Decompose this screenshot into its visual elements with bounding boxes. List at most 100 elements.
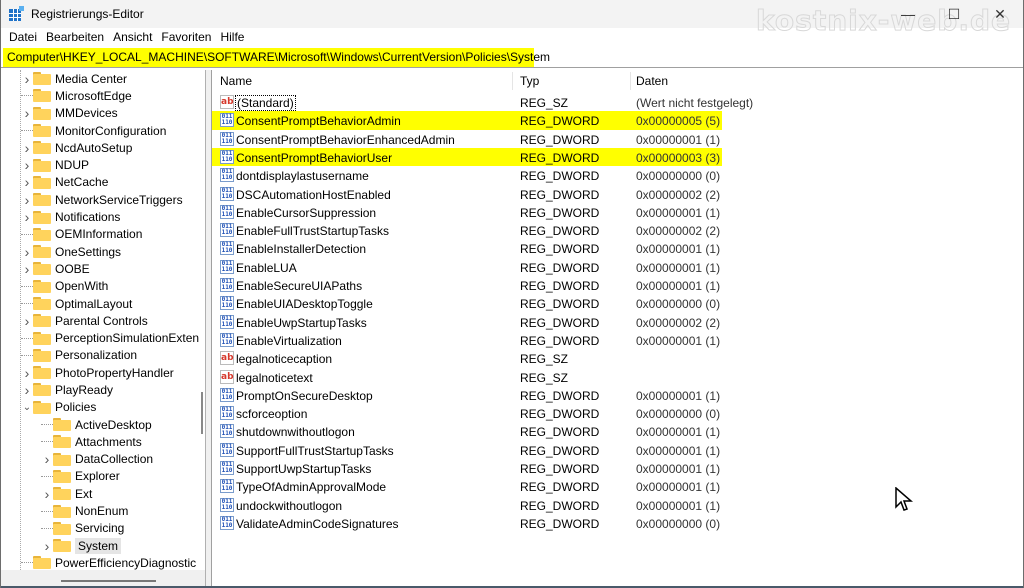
value-row[interactable]: 011 110 EnableLUA REG_DWORD 0x00000001 (1) <box>212 258 1023 276</box>
tree-item[interactable]: ActiveDesktop <box>1 416 199 433</box>
value-row[interactable]: 011 110 ConsentPromptBehaviorEnhancedAdmin… <box>212 130 1023 148</box>
minimize-button[interactable]: — <box>885 0 931 28</box>
chevron-right-icon[interactable]: › <box>21 71 33 87</box>
column-header-data[interactable]: Daten <box>636 74 668 88</box>
chevron-right-icon[interactable]: › <box>21 244 33 260</box>
value-data: 0x00000001 (1) <box>636 443 721 458</box>
tree-item[interactable]: › Notifications <box>1 208 199 225</box>
tree-item[interactable]: ⌄ Policies <box>1 399 199 416</box>
value-row[interactable]: 011 110 EnableInstallerDetection REG_DWORD 0… <box>212 239 1023 257</box>
value-row[interactable]: 011 110 EnableVirtualization REG_DWORD 0x000… <box>212 331 1023 349</box>
tree-item[interactable]: MicrosoftEdge <box>1 87 199 104</box>
binary-value-icon: 011 110 <box>220 461 234 475</box>
tree-connector <box>41 424 53 426</box>
chevron-right-icon[interactable]: › <box>41 451 53 467</box>
value-data: 0x00000003 (3) <box>636 150 721 165</box>
tree-item[interactable]: PerceptionSimulationExten <box>1 329 199 346</box>
column-header-name[interactable]: Name <box>220 74 252 88</box>
value-row[interactable]: 011 110 dontdisplaylastusername REG_DWORD 0x… <box>212 166 1023 184</box>
menu-datei[interactable]: Datei <box>5 30 42 44</box>
value-row[interactable]: 011 110 DSCAutomationHostEnabled REG_DWORD 0… <box>212 185 1023 203</box>
tree-item[interactable]: › NcdAutoSetup <box>1 139 199 156</box>
tree-item[interactable]: › OOBE <box>1 260 199 277</box>
chevron-right-icon[interactable]: › <box>21 174 33 190</box>
value-row[interactable]: ab legalnoticetext REG_SZ <box>212 368 1023 386</box>
tree-item[interactable]: › NetworkServiceTriggers <box>1 191 199 208</box>
tree-hscroll-thumb[interactable] <box>61 580 156 582</box>
chevron-right-icon[interactable]: › <box>21 105 33 121</box>
tree-connector <box>41 441 53 443</box>
value-row[interactable]: ab legalnoticecaption REG_SZ <box>212 349 1023 367</box>
value-name: EnableUIADesktopToggle <box>236 297 373 312</box>
chevron-right-icon[interactable]: › <box>41 486 53 502</box>
value-row[interactable]: 011 110 EnableSecureUIAPaths REG_DWORD 0x000… <box>212 276 1023 294</box>
menu-bearbeiten[interactable]: Bearbeiten <box>42 30 109 44</box>
tree-connector <box>41 510 53 512</box>
tree-item[interactable]: NonEnum <box>1 502 199 519</box>
tree-vscroll-thumb[interactable] <box>201 392 203 434</box>
value-name: TypeOfAdminApprovalMode <box>236 480 387 495</box>
tree-item[interactable]: OpenWith <box>1 278 199 295</box>
chevron-right-icon[interactable]: › <box>21 157 33 173</box>
address-input[interactable] <box>7 50 1007 64</box>
tree-item[interactable]: › System <box>1 537 199 554</box>
menu-hilfe[interactable]: Hilfe <box>216 30 249 44</box>
value-row[interactable]: 011 110 EnableCursorSuppression REG_DWORD 0x… <box>212 203 1023 221</box>
value-row[interactable]: 011 110 ConsentPromptBehaviorUser REG_DWORD… <box>212 147 1023 167</box>
tree-item[interactable]: › OneSettings <box>1 243 199 260</box>
tree-item[interactable]: › MMDevices <box>1 105 199 122</box>
tree-item[interactable]: › PhotoPropertyHandler <box>1 364 199 381</box>
binary-value-icon: 011 110 <box>220 442 234 457</box>
tree-item[interactable]: PowerEfficiencyDiagnostic <box>1 554 199 571</box>
column-separator[interactable] <box>512 72 513 90</box>
chevron-right-icon[interactable]: › <box>21 209 33 225</box>
menu-favoriten[interactable]: Favoriten <box>157 30 216 44</box>
value-row[interactable]: 011 110 scforceoption REG_DWORD 0x00000000 (… <box>212 404 1023 422</box>
tree-item-label: NonEnum <box>75 504 129 519</box>
tree-item[interactable]: › DataCollection <box>1 451 199 468</box>
tree-item[interactable]: Explorer <box>1 468 199 485</box>
chevron-right-icon[interactable]: › <box>21 140 33 156</box>
chevron-right-icon[interactable]: › <box>21 192 33 208</box>
tree-item[interactable]: OptimalLayout <box>1 295 199 312</box>
value-name: SupportUwpStartupTasks <box>236 462 372 476</box>
tree-item[interactable]: › PlayReady <box>1 381 199 398</box>
value-row[interactable]: 011 110 EnableUwpStartupTasks REG_DWORD 0x00… <box>212 313 1023 331</box>
chevron-down-icon[interactable]: ⌄ <box>21 402 33 413</box>
chevron-right-icon[interactable]: › <box>21 382 33 398</box>
value-row[interactable]: ab (Standard) REG_SZ (Wert nicht festgelegt… <box>212 93 1023 111</box>
folder-icon <box>33 193 51 207</box>
chevron-right-icon[interactable]: › <box>21 313 33 329</box>
tree-item[interactable]: › Media Center <box>1 70 199 87</box>
chevron-right-icon[interactable]: › <box>41 538 53 554</box>
column-header-type[interactable]: Typ <box>520 74 539 88</box>
value-row[interactable]: 011 110 EnableUIADesktopToggle REG_DWORD 0x0… <box>212 294 1023 312</box>
tree-vertical-scrollbar[interactable] <box>199 70 205 570</box>
tree-item-label: PowerEfficiencyDiagnostic <box>55 555 197 570</box>
value-row[interactable]: 011 110 shutdownwithoutlogon REG_DWORD 0x000… <box>212 422 1023 440</box>
value-row[interactable]: 011 110 PromptOnSecureDesktop REG_DWORD 0x00… <box>212 386 1023 404</box>
menu-ansicht[interactable]: Ansicht <box>109 30 157 44</box>
tree-item[interactable]: OEMInformation <box>1 226 199 243</box>
tree-item[interactable]: › NDUP <box>1 156 199 173</box>
tree-item[interactable]: MonitorConfiguration <box>1 122 199 139</box>
maximize-button[interactable]: ☐ <box>931 0 977 28</box>
list-header: Name Typ Daten <box>212 70 1023 92</box>
tree-item-label: Attachments <box>75 434 142 449</box>
value-row[interactable]: 011 110 EnableFullTrustStartupTasks REG_DWO… <box>212 221 1023 239</box>
value-row[interactable]: 011 110 ValidateAdminCodeSignatures REG_DWO… <box>212 514 1023 532</box>
tree-item[interactable]: › Parental Controls <box>1 312 199 329</box>
value-row[interactable]: 011 110 SupportUwpStartupTasks REG_DWORD 0x0… <box>212 459 1023 477</box>
tree-item[interactable]: Servicing <box>1 520 199 537</box>
value-row[interactable]: 011 110 ConsentPromptBehaviorAdmin REG_DWOR… <box>212 111 1023 130</box>
tree-item[interactable]: Personalization <box>1 347 199 364</box>
close-button[interactable]: ✕ <box>977 0 1023 28</box>
value-row[interactable]: 011 110 SupportFullTrustStartupTasks REG_DW… <box>212 441 1023 459</box>
tree-item[interactable]: › NetCache <box>1 174 199 191</box>
tree-item[interactable]: Attachments <box>1 433 199 450</box>
chevron-right-icon[interactable]: › <box>21 365 33 381</box>
tree-item[interactable]: › Ext <box>1 485 199 502</box>
chevron-right-icon[interactable]: › <box>21 261 33 277</box>
tree-item-label: Ext <box>75 486 93 501</box>
column-separator[interactable] <box>630 72 631 90</box>
